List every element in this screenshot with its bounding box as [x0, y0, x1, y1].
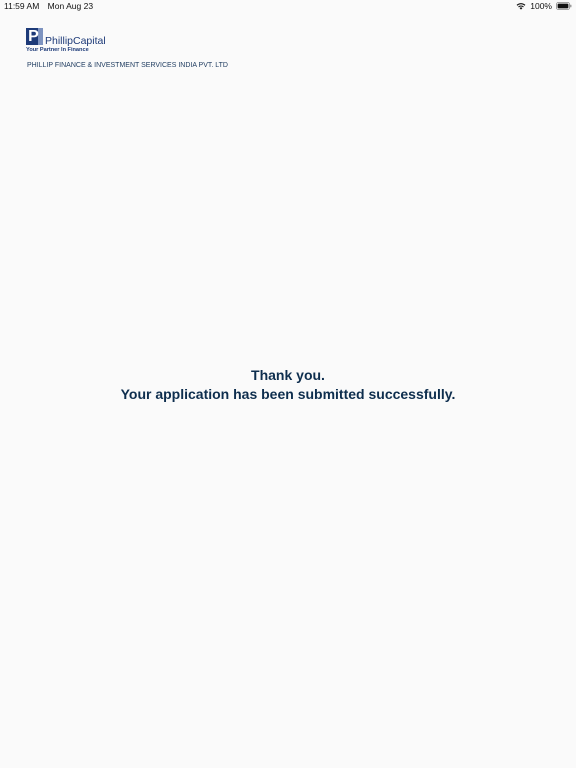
- status-time: 11:59 AM: [4, 1, 40, 11]
- company-name: PHILLIP FINANCE & INVESTMENT SERVICES IN…: [27, 62, 228, 69]
- logo-mark: P: [26, 28, 43, 45]
- submission-success-text: Your application has been submitted succ…: [120, 386, 456, 402]
- thank-you-text: Thank you.: [251, 367, 325, 383]
- status-bar: 11:59 AM Mon Aug 23 100%: [0, 0, 576, 12]
- logo-name: PhillipCapital: [45, 35, 106, 47]
- status-date: Mon Aug 23: [47, 1, 94, 11]
- battery-icon: [556, 2, 572, 10]
- logo-tagline: Your Partner In Finance: [26, 47, 89, 53]
- wifi-icon: [516, 3, 526, 10]
- logo-mark-letter: P: [28, 28, 39, 45]
- status-right: 100%: [516, 1, 572, 11]
- confirmation-message: Thank you. Your application has been sub…: [0, 366, 576, 404]
- status-left: 11:59 AM Mon Aug 23: [4, 1, 93, 11]
- phillipcapital-logo: P PhillipCapital Your Partner In Finance: [26, 27, 116, 55]
- battery-percent: 100%: [530, 1, 552, 11]
